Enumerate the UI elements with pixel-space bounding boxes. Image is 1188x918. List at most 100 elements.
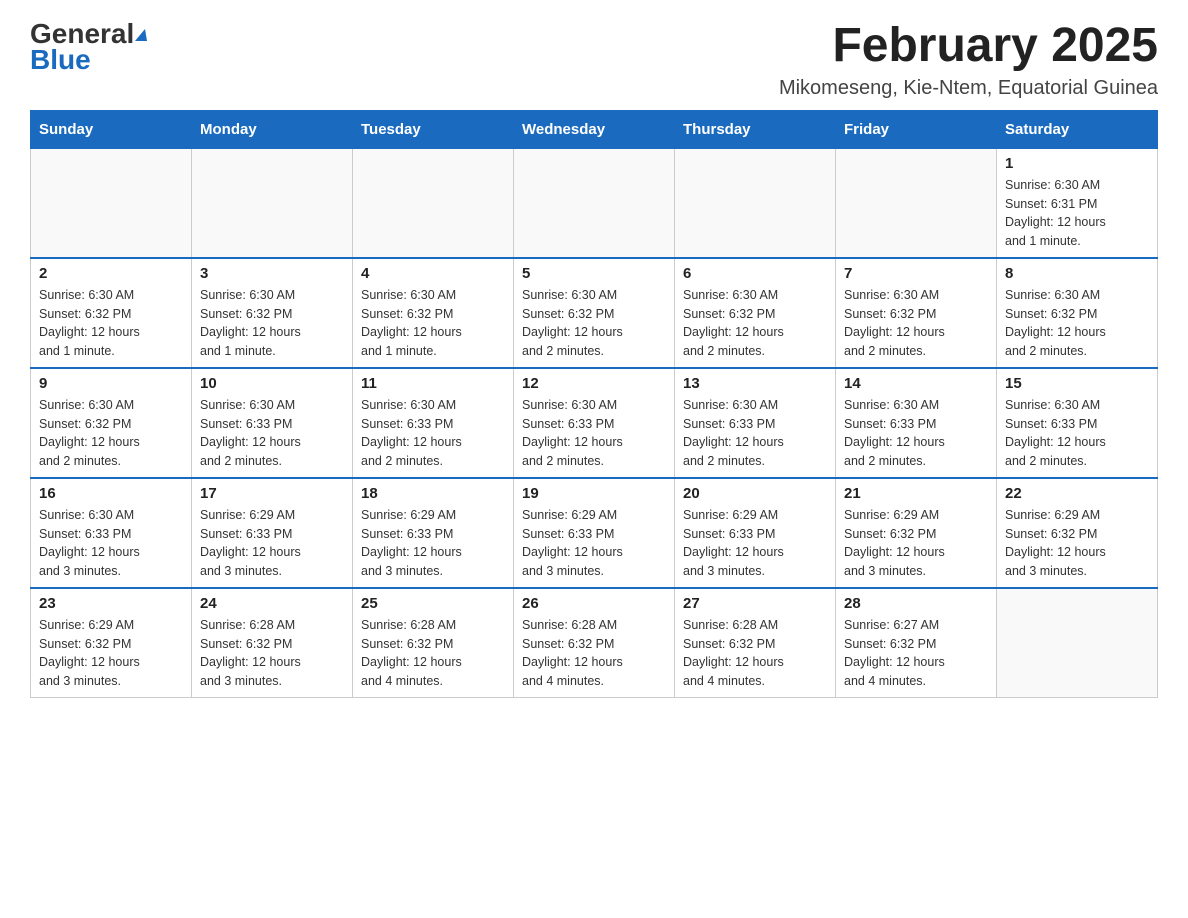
calendar-day-cell: 10Sunrise: 6:30 AM Sunset: 6:33 PM Dayli…	[192, 368, 353, 478]
calendar-day-cell: 24 Sunrise: 6:28 AM Sunset: 6:32 PM Dayli…	[192, 588, 353, 698]
logo: General Blue	[30, 20, 147, 74]
day-info: Sunrise: 6:29 AM Sunset: 6:33 PM Dayligh…	[361, 506, 505, 581]
day-number: 15	[1005, 375, 1149, 392]
day-number: 12	[522, 375, 666, 392]
calendar-day-cell: 21 Sunrise: 6:29 AM Sunset: 6:32 PM Dayli…	[836, 478, 997, 588]
calendar-day-cell: 18 Sunrise: 6:29 AM Sunset: 6:33 PM Dayli…	[353, 478, 514, 588]
day-info: Sunrise: 6:30 AM Sunset: 6:33 PM Dayligh…	[522, 396, 666, 471]
calendar-day-cell: 6 Sunrise: 6:30 AM Sunset: 6:32 PM Daylig…	[675, 258, 836, 368]
calendar-day-cell: 20 Sunrise: 6:29 AM Sunset: 6:33 PM Dayli…	[675, 478, 836, 588]
calendar-day-cell: 7 Sunrise: 6:30 AM Sunset: 6:32 PM Daylig…	[836, 258, 997, 368]
calendar-week-row: 16Sunrise: 6:30 AM Sunset: 6:33 PM Dayli…	[31, 478, 1158, 588]
calendar-day-cell: 27 Sunrise: 6:28 AM Sunset: 6:32 PM Dayli…	[675, 588, 836, 698]
calendar-day-cell: 3Sunrise: 6:30 AM Sunset: 6:32 PM Daylig…	[192, 258, 353, 368]
day-number: 23	[39, 595, 183, 612]
day-number: 7	[844, 265, 988, 282]
main-title: February 2025	[779, 20, 1158, 73]
header-monday: Monday	[192, 110, 353, 148]
calendar-day-cell	[514, 148, 675, 258]
header-tuesday: Tuesday	[353, 110, 514, 148]
logo-blue-text: Blue	[30, 46, 91, 74]
calendar-day-cell	[353, 148, 514, 258]
calendar-day-cell: 11Sunrise: 6:30 AM Sunset: 6:33 PM Dayli…	[353, 368, 514, 478]
day-number: 24	[200, 595, 344, 612]
calendar-day-cell	[31, 148, 192, 258]
logo-arrow-icon	[135, 29, 147, 41]
title-section: February 2025 Mikomeseng, Kie-Ntem, Equa…	[779, 20, 1158, 100]
calendar-day-cell: 28 Sunrise: 6:27 AM Sunset: 6:32 PM Dayli…	[836, 588, 997, 698]
day-number: 21	[844, 485, 988, 502]
calendar-day-cell: 25 Sunrise: 6:28 AM Sunset: 6:32 PM Dayli…	[353, 588, 514, 698]
day-info: Sunrise: 6:30 AM Sunset: 6:33 PM Dayligh…	[683, 396, 827, 471]
calendar-week-row: 23 Sunrise: 6:29 AM Sunset: 6:32 PM Dayli…	[31, 588, 1158, 698]
calendar-week-row: 2 Sunrise: 6:30 AM Sunset: 6:32 PM Daylig…	[31, 258, 1158, 368]
day-info: Sunrise: 6:29 AM Sunset: 6:32 PM Dayligh…	[1005, 506, 1149, 581]
day-info: Sunrise: 6:30 AM Sunset: 6:33 PM Dayligh…	[361, 396, 505, 471]
day-number: 22	[1005, 485, 1149, 502]
calendar-day-cell: 2 Sunrise: 6:30 AM Sunset: 6:32 PM Daylig…	[31, 258, 192, 368]
day-number: 27	[683, 595, 827, 612]
header-sunday: Sunday	[31, 110, 192, 148]
calendar-day-cell: 17 Sunrise: 6:29 AM Sunset: 6:33 PM Dayli…	[192, 478, 353, 588]
day-info: Sunrise: 6:30 AM Sunset: 6:32 PM Dayligh…	[361, 286, 505, 361]
subtitle: Mikomeseng, Kie-Ntem, Equatorial Guinea	[779, 77, 1158, 100]
calendar-day-cell: 22 Sunrise: 6:29 AM Sunset: 6:32 PM Dayli…	[997, 478, 1158, 588]
day-number: 1	[1005, 155, 1149, 172]
day-info: Sunrise: 6:30 AM Sunset: 6:32 PM Dayligh…	[39, 286, 183, 361]
header-wednesday: Wednesday	[514, 110, 675, 148]
calendar-day-cell	[192, 148, 353, 258]
day-number: 18	[361, 485, 505, 502]
calendar-week-row: 9Sunrise: 6:30 AM Sunset: 6:32 PM Daylig…	[31, 368, 1158, 478]
day-info: Sunrise: 6:30 AM Sunset: 6:32 PM Dayligh…	[844, 286, 988, 361]
day-number: 16	[39, 485, 183, 502]
calendar-day-cell: 14 Sunrise: 6:30 AM Sunset: 6:33 PM Dayli…	[836, 368, 997, 478]
header-friday: Friday	[836, 110, 997, 148]
day-number: 26	[522, 595, 666, 612]
day-info: Sunrise: 6:30 AM Sunset: 6:32 PM Dayligh…	[1005, 286, 1149, 361]
calendar-day-cell: 1Sunrise: 6:30 AM Sunset: 6:31 PM Daylig…	[997, 148, 1158, 258]
day-number: 13	[683, 375, 827, 392]
day-number: 8	[1005, 265, 1149, 282]
header-thursday: Thursday	[675, 110, 836, 148]
header-saturday: Saturday	[997, 110, 1158, 148]
calendar-day-cell: 5 Sunrise: 6:30 AM Sunset: 6:32 PM Daylig…	[514, 258, 675, 368]
calendar-day-cell: 15 Sunrise: 6:30 AM Sunset: 6:33 PM Dayli…	[997, 368, 1158, 478]
calendar-day-cell	[675, 148, 836, 258]
day-number: 19	[522, 485, 666, 502]
weekday-header-row: Sunday Monday Tuesday Wednesday Thursday…	[31, 110, 1158, 148]
day-info: Sunrise: 6:30 AM Sunset: 6:33 PM Dayligh…	[1005, 396, 1149, 471]
calendar-day-cell: 4Sunrise: 6:30 AM Sunset: 6:32 PM Daylig…	[353, 258, 514, 368]
day-number: 5	[522, 265, 666, 282]
day-number: 25	[361, 595, 505, 612]
day-info: Sunrise: 6:29 AM Sunset: 6:33 PM Dayligh…	[683, 506, 827, 581]
day-info: Sunrise: 6:28 AM Sunset: 6:32 PM Dayligh…	[361, 616, 505, 691]
day-info: Sunrise: 6:30 AM Sunset: 6:32 PM Dayligh…	[683, 286, 827, 361]
day-number: 10	[200, 375, 344, 392]
page-header: General Blue February 2025 Mikomeseng, K…	[30, 20, 1158, 100]
day-info: Sunrise: 6:29 AM Sunset: 6:32 PM Dayligh…	[39, 616, 183, 691]
calendar-day-cell: 9Sunrise: 6:30 AM Sunset: 6:32 PM Daylig…	[31, 368, 192, 478]
day-number: 14	[844, 375, 988, 392]
calendar-week-row: 1Sunrise: 6:30 AM Sunset: 6:31 PM Daylig…	[31, 148, 1158, 258]
calendar-table: Sunday Monday Tuesday Wednesday Thursday…	[30, 110, 1158, 698]
day-info: Sunrise: 6:30 AM Sunset: 6:32 PM Dayligh…	[39, 396, 183, 471]
calendar-day-cell	[997, 588, 1158, 698]
day-info: Sunrise: 6:28 AM Sunset: 6:32 PM Dayligh…	[200, 616, 344, 691]
day-info: Sunrise: 6:28 AM Sunset: 6:32 PM Dayligh…	[683, 616, 827, 691]
day-info: Sunrise: 6:29 AM Sunset: 6:32 PM Dayligh…	[844, 506, 988, 581]
calendar-day-cell	[836, 148, 997, 258]
day-number: 28	[844, 595, 988, 612]
day-info: Sunrise: 6:30 AM Sunset: 6:33 PM Dayligh…	[844, 396, 988, 471]
calendar-day-cell: 23 Sunrise: 6:29 AM Sunset: 6:32 PM Dayli…	[31, 588, 192, 698]
day-number: 2	[39, 265, 183, 282]
day-info: Sunrise: 6:27 AM Sunset: 6:32 PM Dayligh…	[844, 616, 988, 691]
day-info: Sunrise: 6:29 AM Sunset: 6:33 PM Dayligh…	[522, 506, 666, 581]
day-number: 6	[683, 265, 827, 282]
day-number: 20	[683, 485, 827, 502]
day-number: 17	[200, 485, 344, 502]
calendar-day-cell: 12 Sunrise: 6:30 AM Sunset: 6:33 PM Dayli…	[514, 368, 675, 478]
day-info: Sunrise: 6:29 AM Sunset: 6:33 PM Dayligh…	[200, 506, 344, 581]
calendar-day-cell: 16Sunrise: 6:30 AM Sunset: 6:33 PM Dayli…	[31, 478, 192, 588]
day-info: Sunrise: 6:30 AM Sunset: 6:32 PM Dayligh…	[522, 286, 666, 361]
calendar-day-cell: 13 Sunrise: 6:30 AM Sunset: 6:33 PM Dayli…	[675, 368, 836, 478]
